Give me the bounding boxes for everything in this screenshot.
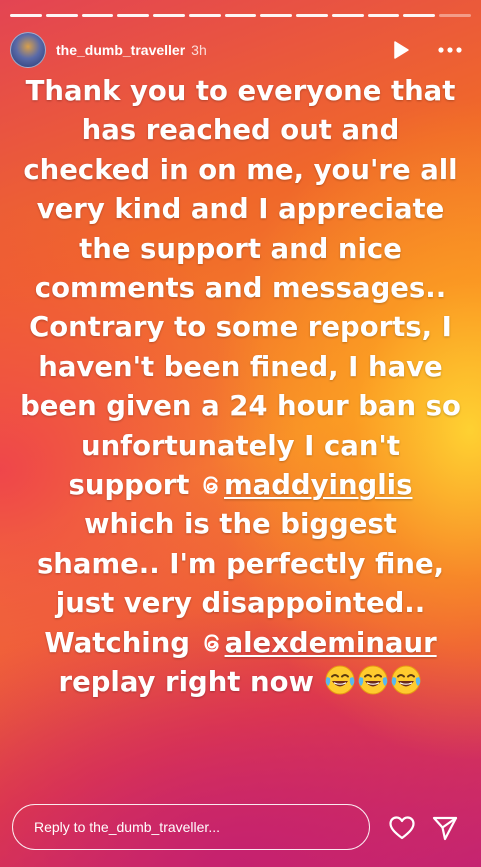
- progress-segment: [153, 14, 185, 17]
- progress-segment: [403, 14, 436, 17]
- avatar[interactable]: [10, 32, 46, 68]
- more-horizontal-icon[interactable]: [437, 40, 463, 60]
- progress-segment: [331, 14, 364, 17]
- reply-input[interactable]: Reply to the_dumb_traveller...: [12, 804, 370, 850]
- send-icon[interactable]: [431, 814, 459, 842]
- time-ago: 3h: [191, 42, 207, 58]
- progress-segment: [10, 14, 42, 17]
- username[interactable]: the_dumb_traveller: [56, 42, 185, 58]
- story-background[interactable]: the_dumb_traveller 3h Thank you to every…: [0, 0, 481, 867]
- story-progress-bar: [10, 14, 471, 17]
- reply-placeholder: Reply to the_dumb_traveller...: [34, 819, 220, 835]
- mention-username: maddyinglis: [224, 469, 413, 502]
- threads-icon: [204, 634, 219, 652]
- progress-segment: [45, 14, 78, 17]
- story-header: the_dumb_traveller 3h: [10, 30, 471, 70]
- progress-segment: [117, 14, 150, 17]
- threads-icon: [203, 476, 218, 494]
- progress-segment: [260, 14, 293, 17]
- mention-link[interactable]: alexdeminaur: [200, 627, 437, 659]
- progress-segment: [224, 14, 257, 17]
- mention-username: alexdeminaur: [224, 626, 437, 659]
- progress-segment-current: [439, 14, 471, 17]
- progress-segment: [188, 14, 221, 17]
- face-with-tears-of-joy-icon: [358, 665, 388, 695]
- face-with-tears-of-joy-icon: [325, 665, 355, 695]
- face-with-tears-of-joy-icon: [391, 665, 421, 695]
- progress-segment: [296, 14, 328, 17]
- progress-segment: [367, 14, 400, 17]
- mention-link[interactable]: maddyinglis: [199, 469, 412, 501]
- story-message: Thank you to everyone that has reached o…: [20, 72, 461, 703]
- story-text-part: replay right now: [58, 666, 324, 699]
- progress-segment: [81, 14, 114, 17]
- story-text-part: Thank you to everyone that has reached o…: [20, 75, 461, 502]
- play-icon[interactable]: [391, 40, 411, 60]
- heart-icon[interactable]: [388, 814, 416, 842]
